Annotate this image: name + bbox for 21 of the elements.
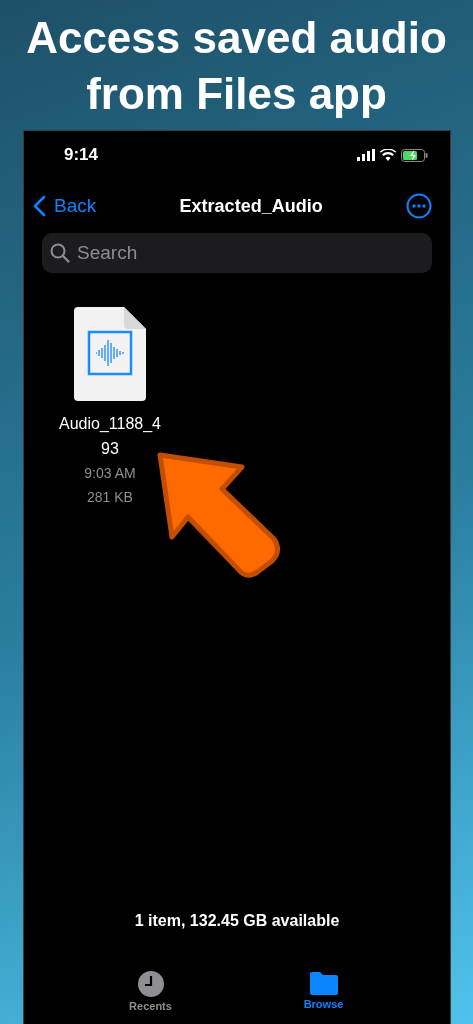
back-button[interactable]: Back <box>32 195 97 217</box>
clock-icon <box>136 970 165 998</box>
more-icon[interactable] <box>406 193 432 219</box>
battery-icon <box>401 148 428 162</box>
signal-icon <box>357 149 375 161</box>
search-icon <box>50 243 70 263</box>
wifi-icon <box>380 149 396 161</box>
chevron-icon <box>32 195 46 217</box>
file-time: 9:03 AM <box>84 464 136 483</box>
folder-icon <box>308 970 339 996</box>
audio-file-icon[interactable] <box>74 307 146 401</box>
search-field[interactable]: Search <box>42 233 432 273</box>
headline: Access saved audio <box>26 12 447 64</box>
status-time: 9:14 <box>64 145 99 165</box>
folder-title: Extracted_Audio <box>179 195 323 217</box>
headline: from Files app <box>86 68 387 120</box>
tab[interactable]: Recents <box>110 970 191 1024</box>
file-name: Audio_1188_493 <box>58 414 162 459</box>
tab[interactable]: Browse <box>283 970 364 1024</box>
file-size: 281 KB <box>87 488 133 507</box>
storage-summary: 1 item, 132.45 GB available <box>134 912 340 930</box>
